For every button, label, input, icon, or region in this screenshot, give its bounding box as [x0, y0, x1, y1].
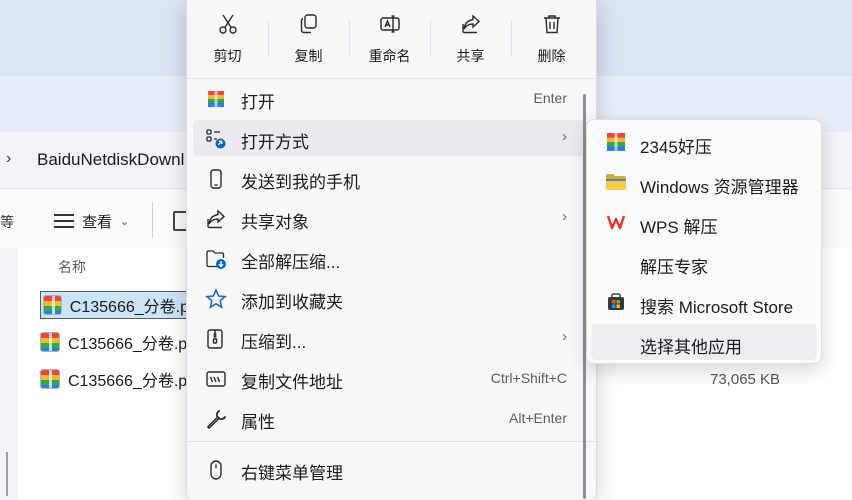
delete-button[interactable]: 删除 [511, 0, 592, 78]
quick-actions-bar: 剪切 复制 重命名 共享 删除 [187, 0, 596, 79]
store-icon [605, 291, 627, 313]
rename-label: 重命名 [368, 48, 411, 64]
navigation-scrollbar[interactable] [6, 452, 8, 496]
copy-path-icon [205, 368, 227, 390]
menu-item-label: 添加到收藏夹 [241, 293, 343, 312]
menu-shortcut: Ctrl+Shift+C [490, 370, 567, 386]
menu-item-share-with[interactable]: 共享对象 › [193, 200, 589, 236]
submenu-item-choose-another-app[interactable]: 选择其他应用 [591, 324, 817, 360]
menu-item-label: 全部解压缩... [241, 253, 341, 272]
haozip-icon [605, 131, 627, 153]
submenu-item-wps-extract[interactable]: WPS 解压 [591, 204, 817, 240]
menu-item-open-with[interactable]: 打开方式 › [193, 120, 589, 156]
submenu-item-2345haozip[interactable]: 2345好压 [591, 124, 817, 160]
file-row[interactable]: C135666_分卷.p [40, 328, 187, 356]
menu-item-label: 压缩到... [241, 333, 307, 352]
menu-item-compress-to[interactable]: 压缩到... › [193, 320, 589, 356]
context-menu: 剪切 复制 重命名 共享 删除 打开 Enter 打开方式 › 发送到我的手机 … [186, 0, 597, 500]
open-with-icon [205, 128, 227, 150]
menu-item-context-menu-manager[interactable]: 右键菜单管理 [193, 451, 589, 487]
menu-item-open[interactable]: 打开 Enter [193, 80, 589, 116]
folder-icon [605, 171, 627, 193]
menu-item-add-to-favorites[interactable]: 添加到收藏夹 [193, 280, 589, 316]
archive-file-icon [40, 332, 60, 352]
chevron-right-icon: › [562, 128, 567, 145]
file-row[interactable]: C135666_分卷.p [40, 291, 190, 319]
open-with-submenu: 2345好压 Windows 资源管理器 WPS 解压 解压专家 搜索 Micr… [586, 119, 822, 364]
star-icon [205, 288, 227, 310]
breadcrumb-chevron-icon[interactable]: › [6, 150, 11, 168]
chevron-right-icon: › [562, 328, 567, 345]
menu-item-send-to-phone[interactable]: 发送到我的手机 [193, 160, 589, 196]
submenu-item-label: 解压专家 [640, 258, 708, 277]
scissors-icon [216, 12, 240, 36]
copy-label: 复制 [294, 48, 323, 64]
submenu-item-label: WPS 解压 [640, 218, 718, 237]
navigation-pane [0, 248, 18, 500]
menu-item-extract-all[interactable]: 全部解压缩... [193, 240, 589, 276]
archive-file-icon [40, 369, 60, 389]
menu-shortcut: Enter [533, 90, 567, 106]
cut-label: 剪切 [213, 48, 242, 64]
menu-shortcut: Alt+Enter [509, 410, 567, 426]
share-button[interactable]: 共享 [430, 0, 511, 78]
menu-item-copy-path[interactable]: 复制文件地址 Ctrl+Shift+C [193, 360, 589, 396]
copy-button[interactable]: 复制 [268, 0, 349, 78]
share-icon [205, 208, 227, 230]
phone-icon [205, 168, 227, 190]
breadcrumb-folder[interactable]: BaiduNetdiskDownl [37, 150, 184, 170]
file-name: C135666_分卷.p [68, 336, 188, 353]
menu-item-properties[interactable]: 属性 Alt+Enter [193, 400, 589, 436]
submenu-item-windows-explorer[interactable]: Windows 资源管理器 [591, 164, 817, 200]
archive-app-icon [205, 88, 227, 110]
archive-file-icon [43, 295, 62, 315]
toolbar-partial-label[interactable]: 等 [0, 212, 14, 232]
toolbar-divider [152, 202, 153, 238]
menu-item-label: 打开 [241, 93, 275, 112]
mouse-icon [205, 459, 227, 481]
submenu-item-label: 2345好压 [640, 138, 712, 157]
file-name: C135666_分卷.p [68, 373, 188, 390]
rename-icon [378, 12, 402, 36]
cut-button[interactable]: 剪切 [187, 0, 268, 78]
chevron-down-icon: ⌄ [120, 215, 130, 228]
file-row[interactable]: C135666_分卷.p [40, 365, 187, 393]
extract-folder-icon [205, 248, 227, 270]
chevron-right-icon: › [562, 208, 567, 225]
rename-button[interactable]: 重命名 [349, 0, 430, 78]
file-size: 73,065 KB [710, 371, 781, 388]
share-label: 共享 [456, 48, 485, 64]
submenu-item-label: Windows 资源管理器 [640, 178, 799, 197]
view-icon [54, 214, 74, 228]
submenu-item-label: 搜索 Microsoft Store [640, 298, 794, 317]
wps-icon [605, 211, 627, 233]
trash-icon [540, 12, 564, 36]
menu-item-label: 打开方式 [241, 133, 309, 152]
wrench-icon [205, 408, 227, 430]
view-button[interactable]: 查看 ⌄ [54, 208, 129, 234]
menu-item-label: 发送到我的手机 [241, 173, 360, 192]
delete-label: 删除 [537, 48, 566, 64]
compress-icon [205, 328, 227, 350]
copy-icon [297, 12, 321, 36]
menu-item-label: 共享对象 [241, 213, 309, 232]
submenu-item-extract-expert[interactable]: 解压专家 [591, 244, 817, 280]
submenu-item-label: 选择其他应用 [640, 338, 742, 357]
submenu-item-search-store[interactable]: 搜索 Microsoft Store [591, 284, 817, 320]
menu-item-label: 右键菜单管理 [241, 464, 343, 483]
column-header-name[interactable]: 名称 [58, 257, 86, 277]
menu-item-label: 复制文件地址 [241, 373, 343, 392]
file-name: C135666_分卷.p [69, 299, 189, 316]
share-icon [459, 12, 483, 36]
menu-separator [187, 441, 596, 442]
view-label: 查看 [82, 213, 113, 231]
menu-item-label: 属性 [241, 413, 275, 432]
